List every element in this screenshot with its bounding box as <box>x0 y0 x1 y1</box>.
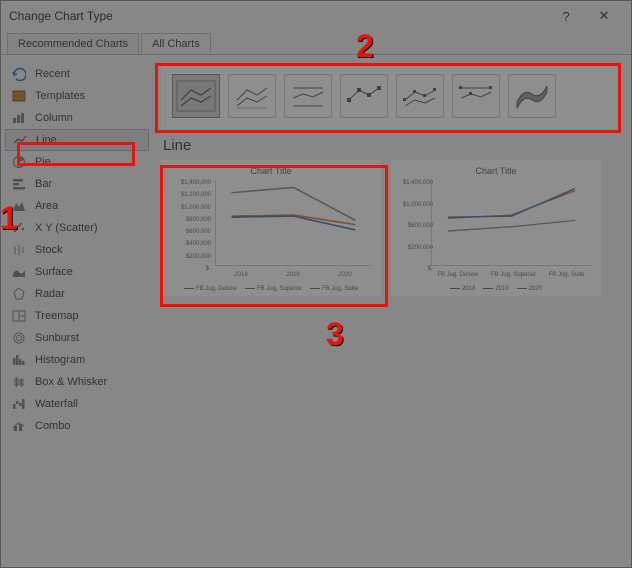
sidebar-item-radar[interactable]: Radar <box>5 283 149 305</box>
subtype-100-stacked-line[interactable] <box>284 74 332 118</box>
sidebar-item-bar[interactable]: Bar <box>5 173 149 195</box>
sidebar-item-recent[interactable]: Recent <box>5 63 149 85</box>
tab-bar: Recommended Charts All Charts <box>1 31 631 55</box>
sidebar-item-label: Surface <box>35 266 73 278</box>
sidebar-item-pie[interactable]: Pie <box>5 151 149 173</box>
tab-all-charts[interactable]: All Charts <box>141 33 211 54</box>
subtype-line-markers[interactable] <box>340 74 388 118</box>
sidebar-item-label: Line <box>36 134 57 146</box>
chart-preview-1[interactable]: Chart Title $1,400,000$1,200,000$1,000,0… <box>161 160 381 296</box>
scatter-icon <box>11 220 27 236</box>
titlebar: Change Chart Type ? ✕ <box>1 1 631 31</box>
subtype-100-stacked-line-markers[interactable] <box>452 74 500 118</box>
subtype-stacked-line-markers[interactable] <box>396 74 444 118</box>
sunburst-icon <box>11 330 27 346</box>
sidebar-item-label: Pie <box>35 156 51 168</box>
waterfall-icon <box>11 396 27 412</box>
line-icon <box>12 132 28 148</box>
sidebar-item-label: X Y (Scatter) <box>35 222 98 234</box>
recent-icon <box>11 66 27 82</box>
sidebar-item-label: Waterfall <box>35 398 78 410</box>
sidebar-item-column[interactable]: Column <box>5 107 149 129</box>
preview-plot <box>431 180 591 266</box>
sidebar-item-treemap[interactable]: Treemap <box>5 305 149 327</box>
sidebar-item-sunburst[interactable]: Sunburst <box>5 327 149 349</box>
sidebar-item-templates[interactable]: Templates <box>5 85 149 107</box>
sidebar-item-scatter[interactable]: X Y (Scatter) <box>5 217 149 239</box>
stock-icon <box>11 242 27 258</box>
chart-type-name: Line <box>163 137 621 154</box>
sidebar-item-waterfall[interactable]: Waterfall <box>5 393 149 415</box>
help-button[interactable]: ? <box>547 2 585 30</box>
sidebar-item-label: Stock <box>35 244 63 256</box>
sidebar-item-label: Sunburst <box>35 332 79 344</box>
sidebar-item-area[interactable]: Area <box>5 195 149 217</box>
sidebar-item-surface[interactable]: Surface <box>5 261 149 283</box>
preview-legend: 2018 2019 2020 <box>391 286 601 292</box>
preview-xaxis: 201820192020 <box>215 272 371 278</box>
radar-icon <box>11 286 27 302</box>
tab-recommended[interactable]: Recommended Charts <box>7 33 139 54</box>
area-icon <box>11 198 27 214</box>
templates-icon <box>11 88 27 104</box>
subtype-3d-line[interactable] <box>508 74 556 118</box>
preview-plot <box>215 180 371 266</box>
sidebar-item-label: Combo <box>35 420 70 432</box>
subtype-stacked-line[interactable] <box>228 74 276 118</box>
sidebar-item-line[interactable]: Line <box>5 129 149 151</box>
chart-preview-2[interactable]: Chart Title $1,400,000$1,000,000$600,000… <box>391 160 601 296</box>
sidebar-item-label: Histogram <box>35 354 85 366</box>
preview-yaxis: $1,400,000$1,200,000$1,000,000$800,000$6… <box>169 180 211 272</box>
box-whisker-icon <box>11 374 27 390</box>
column-icon <box>11 110 27 126</box>
change-chart-type-dialog: Change Chart Type ? ✕ Recommended Charts… <box>0 0 632 568</box>
sidebar-item-label: Bar <box>35 178 52 190</box>
sidebar-item-label: Templates <box>35 90 85 102</box>
preview-yaxis: $1,400,000$1,000,000$600,000$200,000$- <box>399 180 433 272</box>
preview-legend: FB Jug, Deluxe FB Jug, Superior FB Jug, … <box>161 286 381 292</box>
sidebar-item-stock[interactable]: Stock <box>5 239 149 261</box>
preview-xaxis: FB Jug, DeluxeFB Jug, SuperiorFB Jug, Su… <box>431 272 591 278</box>
sidebar-item-box-whisker[interactable]: Box & Whisker <box>5 371 149 393</box>
chart-subtype-row <box>161 63 619 129</box>
preview-title: Chart Title <box>399 166 593 176</box>
histogram-icon <box>11 352 27 368</box>
preview-title: Chart Title <box>169 166 373 176</box>
sidebar-item-label: Column <box>35 112 73 124</box>
dialog-title: Change Chart Type <box>9 9 113 23</box>
bar-icon <box>11 176 27 192</box>
sidebar-item-histogram[interactable]: Histogram <box>5 349 149 371</box>
subtype-line[interactable] <box>172 74 220 118</box>
pie-icon <box>11 154 27 170</box>
sidebar-item-label: Treemap <box>35 310 79 322</box>
sidebar-item-label: Area <box>35 200 58 212</box>
surface-icon <box>11 264 27 280</box>
sidebar-item-combo[interactable]: Combo <box>5 415 149 437</box>
sidebar-item-label: Box & Whisker <box>35 376 107 388</box>
sidebar-item-label: Recent <box>35 68 70 80</box>
close-button[interactable]: ✕ <box>585 2 623 30</box>
treemap-icon <box>11 308 27 324</box>
combo-icon <box>11 418 27 434</box>
main-panel: Line Chart Title $1,400,000$1,200,000$1,… <box>153 55 631 567</box>
chart-category-list: Recent Templates Column Line Pie Bar Are… <box>1 55 153 567</box>
sidebar-item-label: Radar <box>35 288 65 300</box>
